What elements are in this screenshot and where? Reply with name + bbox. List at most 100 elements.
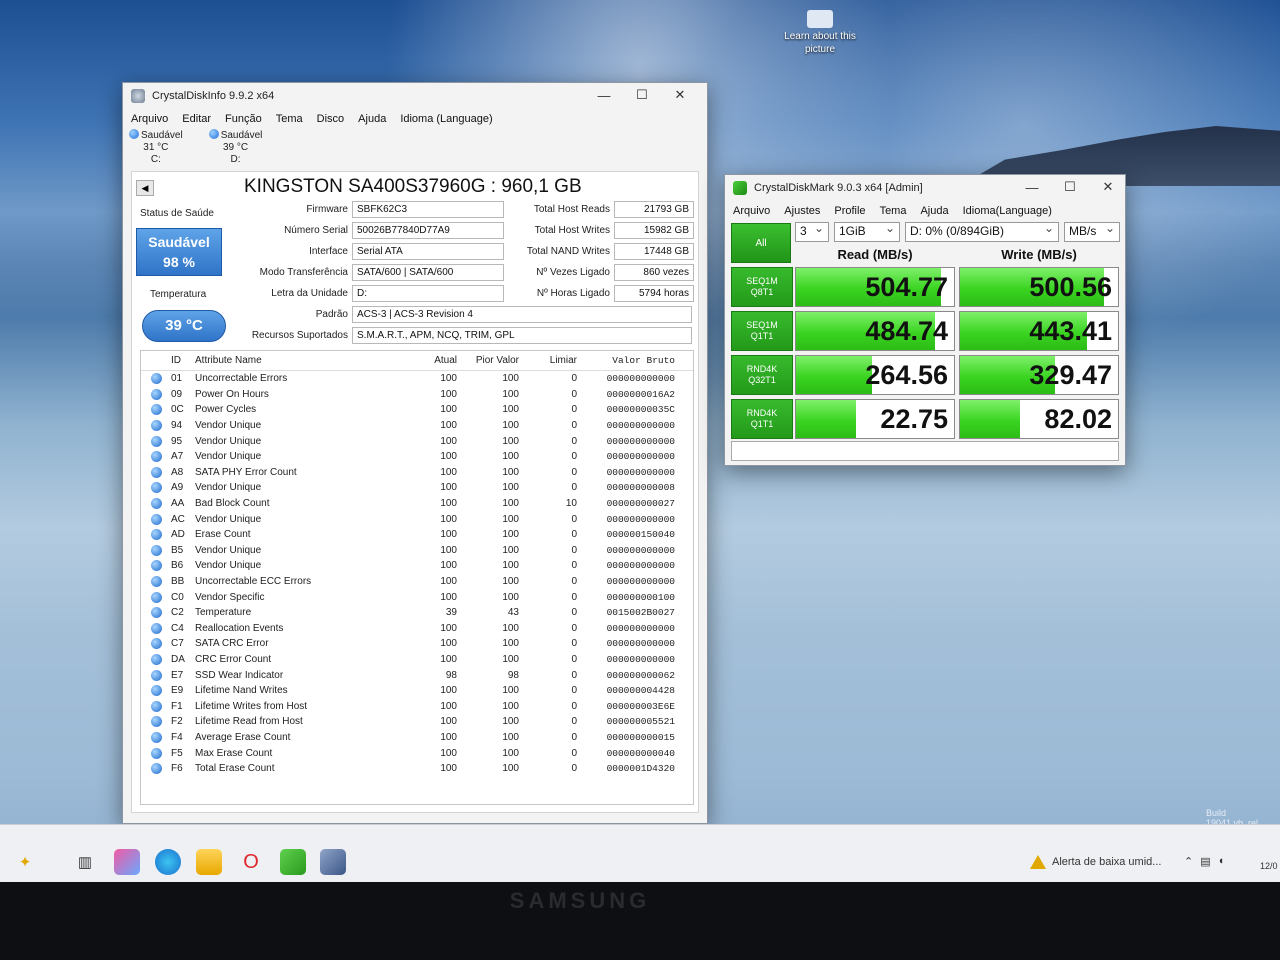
cdm-menu-ajustes[interactable]: Ajustes [784,205,820,217]
task-view-icon[interactable]: ▥ [72,849,98,875]
table-row[interactable]: C2 Temperature 39 43 0 0015002B0027 [141,605,693,621]
table-row[interactable]: F2 Lifetime Read from Host 100 100 0 00000000… [141,714,693,730]
cdi-menu-arquivo[interactable]: Arquivo [131,113,168,125]
drive-tab-c[interactable]: Saudável 31 °C C: [129,129,183,169]
close-icon[interactable]: ✕ [1089,175,1127,199]
maximize-icon[interactable]: ☐ [623,83,661,107]
unit-select[interactable]: MB/s [1064,221,1120,242]
table-row[interactable]: E7 SSD Wear Indicator 98 98 0 000000000062 [141,667,693,683]
volume-icon[interactable]: ◖ [1218,855,1225,868]
col-id[interactable]: ID [171,355,195,366]
cdi-menu-idioma[interactable]: Idioma (Language) [400,113,492,125]
smart-current: 39 [445,607,457,619]
status-dot-icon [141,435,171,447]
opera-browser-icon[interactable]: O [238,849,264,875]
table-row[interactable]: AA Bad Block Count 100 100 10 000000000027 [141,496,693,512]
drive-tab-d[interactable]: Saudável 39 °C D: [208,129,262,169]
test-button[interactable]: SEQ1M Q1T1 [731,311,793,351]
cdm-menu-idioma[interactable]: Idioma(Language) [963,205,1052,217]
clock-date[interactable]: 12/0 [1260,861,1278,871]
cdi-menu-disco[interactable]: Disco [317,113,345,125]
table-row[interactable]: C7 SATA CRC Error 100 100 0 000000000000 [141,636,693,652]
test-button[interactable]: RND4K Q1T1 [731,399,793,439]
close-icon[interactable]: ✕ [661,83,699,107]
cdm-menu-arquivo[interactable]: Arquivo [733,205,770,217]
table-row[interactable]: 94 Vendor Unique 100 100 0 000000000000 [141,418,693,434]
minimize-icon[interactable]: — [1013,175,1051,199]
health-status-badge[interactable]: Saudável 98 % [136,228,222,276]
read-result: 22.75 [795,399,955,439]
humidity-alert[interactable]: Alerta de baixa umid... [1030,855,1161,869]
network-icon[interactable]: ▤ [1200,855,1210,868]
cdi-menu-ajuda[interactable]: Ajuda [358,113,386,125]
cdm-menu-tema[interactable]: Tema [880,205,907,217]
table-row[interactable]: F4 Average Erase Count 100 100 0 000000000015 [141,730,693,746]
edge-browser-icon[interactable] [155,849,181,875]
temperature-badge[interactable]: 39 °C [142,310,226,342]
file-explorer-icon[interactable] [196,849,222,875]
smart-table[interactable]: ID Attribute Name Atual Pior Valor Limia… [140,350,694,805]
table-row[interactable]: A9 Vendor Unique 100 100 0 000000000008 [141,480,693,496]
table-row[interactable]: F6 Total Erase Count 100 100 0 0000001D4320 [141,761,693,777]
chevron-up-icon[interactable]: ⌃ [1184,855,1193,868]
crystaldiskmark-taskbar-icon[interactable] [280,849,306,875]
table-row[interactable]: 09 Power On Hours 100 100 0 0000000016A2 [141,387,693,403]
table-row[interactable]: B5 Vendor Unique 100 100 0 000000000000 [141,543,693,559]
table-row[interactable]: F1 Lifetime Writes from Host 100 100 0 000000… [141,698,693,714]
cdi-menu-funcao[interactable]: Função [225,113,262,125]
table-row[interactable]: A8 SATA PHY Error Count 100 100 0 00000000000… [141,465,693,481]
table-row[interactable]: C4 Reallocation Events 100 100 0 000000000000 [141,621,693,637]
table-row[interactable]: AC Vendor Unique 100 100 0 000000000000 [141,511,693,527]
col-current[interactable]: Atual [405,355,457,366]
table-row[interactable]: B6 Vendor Unique 100 100 0 000000000000 [141,558,693,574]
prev-disk-button[interactable]: ◀ [136,180,154,196]
target-drive-select[interactable]: D: 0% (0/894GiB) [905,221,1059,242]
table-row[interactable]: E9 Lifetime Nand Writes 100 100 0 00000000442… [141,683,693,699]
cdi-menu-editar[interactable]: Editar [182,113,211,125]
comment-field[interactable] [731,441,1119,461]
cdm-menu-profile[interactable]: Profile [834,205,865,217]
smart-threshold: 0 [571,669,577,681]
table-row[interactable]: BB Uncorrectable ECC Errors 100 100 0 0000000… [141,574,693,590]
table-row[interactable]: 0C Power Cycles 100 100 0 00000000035C [141,402,693,418]
table-row[interactable]: 01 Uncorrectable Errors 100 100 0 00000000000… [141,371,693,387]
learn-about-picture-icon[interactable]: Learn about this picture [782,10,858,56]
cdm-menu-ajuda[interactable]: Ajuda [920,205,948,217]
table-row[interactable]: F5 Max Erase Count 100 100 0 000000000040 [141,745,693,761]
smart-worst: 100 [502,700,519,712]
cdi-menu-tema[interactable]: Tema [276,113,303,125]
table-row[interactable]: A7 Vendor Unique 100 100 0 000000000000 [141,449,693,465]
test-button[interactable]: RND4K Q32T1 [731,355,793,395]
test-size-select[interactable]: 1GiB [834,221,900,242]
status-dot-icon [141,373,171,385]
smart-id: F5 [171,747,183,759]
col-threshold[interactable]: Limiar [519,355,577,366]
smart-attribute-name: Vendor Unique [195,435,262,447]
drive-letter-label: Letra da Unidade [271,288,348,299]
smart-worst: 100 [502,435,519,447]
test-button[interactable]: SEQ1M Q8T1 [731,267,793,307]
minimize-icon[interactable]: — [585,83,623,107]
run-all-button[interactable]: All [731,223,791,263]
table-row[interactable]: C0 Vendor Specific 100 100 0 000000000100 [141,589,693,605]
copilot-sparkle-icon[interactable]: ✦ [12,849,38,875]
read-result-value: 264.56 [865,360,948,390]
smart-current: 100 [440,685,457,697]
smart-current: 100 [440,388,457,400]
smart-current: 100 [440,731,457,743]
test-count-select[interactable]: 3 [795,221,829,242]
table-row[interactable]: 95 Vendor Unique 100 100 0 000000000000 [141,433,693,449]
col-worst[interactable]: Pior Valor [457,355,519,366]
smart-threshold: 0 [571,576,577,588]
smart-current: 100 [440,700,457,712]
smart-attribute-name: Average Erase Count [195,731,291,743]
col-attribute-name[interactable]: Attribute Name [195,355,405,366]
table-row[interactable]: DA CRC Error Count 100 100 0 000000000000 [141,652,693,668]
crystaldiskinfo-taskbar-icon[interactable] [320,849,346,875]
disk-model-title: KINGSTON SA400S37960G : 960,1 GB [244,176,582,197]
copilot-app-icon[interactable] [114,849,140,875]
maximize-icon[interactable]: ☐ [1051,175,1089,199]
smart-threshold: 0 [571,513,577,525]
col-raw-value[interactable]: Valor Bruto [577,355,681,366]
table-row[interactable]: AD Erase Count 100 100 0 000000150040 [141,527,693,543]
